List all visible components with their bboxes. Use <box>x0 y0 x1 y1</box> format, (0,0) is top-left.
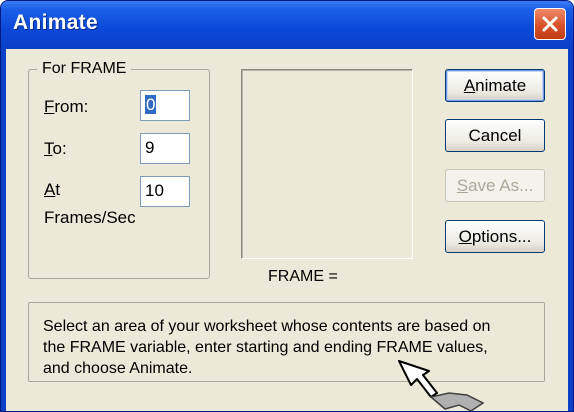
close-button[interactable] <box>534 8 566 40</box>
cancel-button[interactable]: Cancel <box>445 119 545 152</box>
frame-value-label: FRAME = <box>268 268 338 285</box>
title-bar[interactable]: Animate <box>1 1 573 49</box>
animate-dialog: Animate For FRAME From: 0 To: 9 At 10 Fr… <box>0 0 574 412</box>
at-label: At <box>44 180 61 199</box>
to-label: To: <box>44 139 67 158</box>
info-line: the FRAME variable, enter starting and e… <box>43 339 488 356</box>
from-label: From: <box>44 97 89 116</box>
info-line: Select an area of your worksheet whose c… <box>43 318 491 335</box>
at-input[interactable]: 10 <box>140 176 190 207</box>
options-button[interactable]: Options... <box>445 220 545 253</box>
close-icon <box>542 16 558 32</box>
pen-cursor-icon <box>398 360 485 411</box>
save-as-button[interactable]: Save As... <box>445 169 545 202</box>
group-title: For FRAME <box>37 60 132 78</box>
dialog-body: For FRAME From: 0 To: 9 At 10 Frames/Sec… <box>6 49 568 411</box>
frames-per-sec-label: Frames/Sec <box>44 208 136 227</box>
animate-button[interactable]: Animate <box>445 69 545 102</box>
frame-preview <box>241 69 413 259</box>
to-input[interactable]: 9 <box>140 133 190 164</box>
window-title: Animate <box>13 11 98 34</box>
from-input[interactable]: 0 <box>140 90 190 121</box>
